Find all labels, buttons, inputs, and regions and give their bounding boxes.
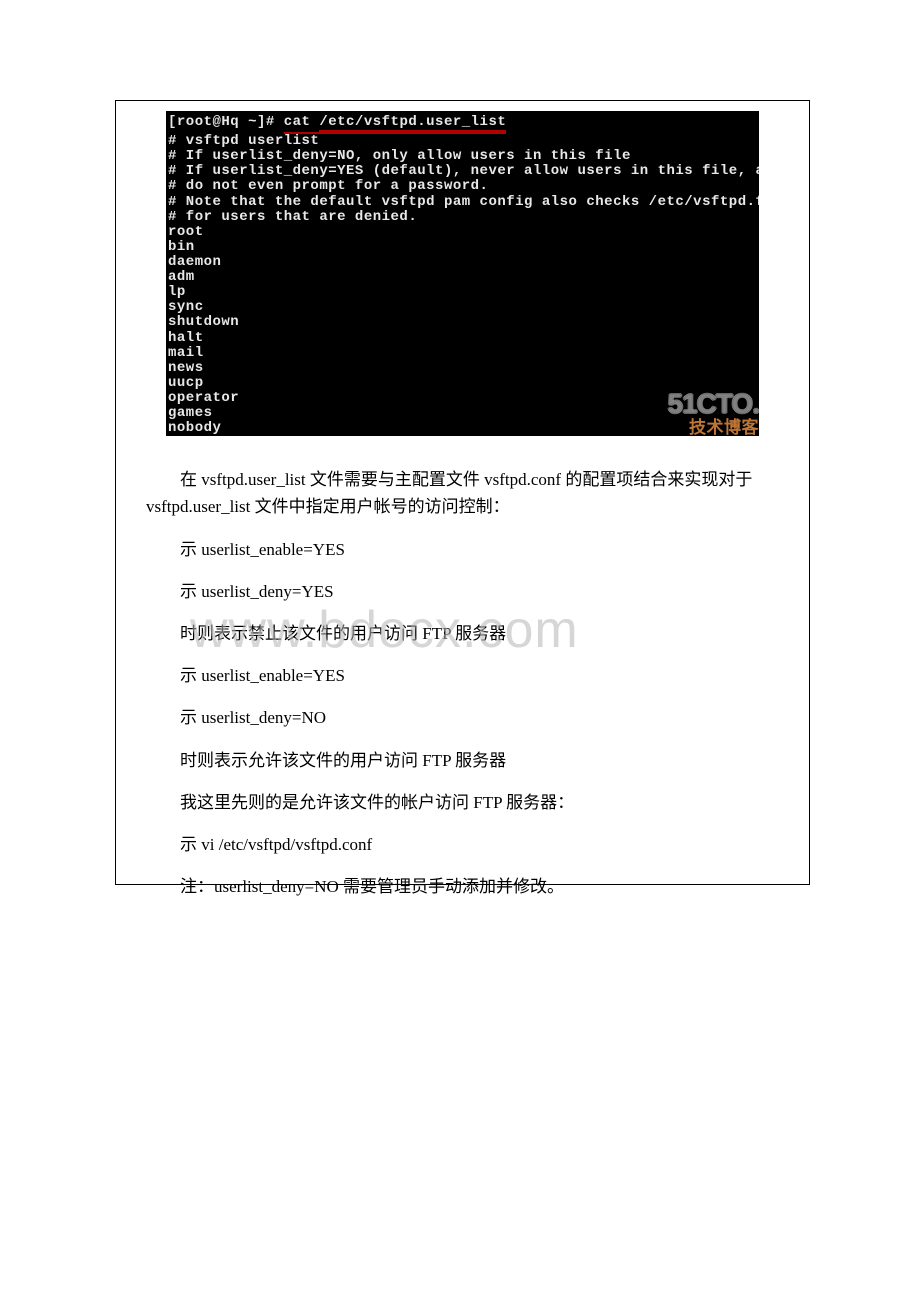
terminal-line: lp — [166, 285, 759, 300]
paragraph-config-3: 示 userlist_enable=YES — [146, 662, 779, 689]
terminal-line: daemon — [166, 255, 759, 270]
paragraph-config-1: 示 userlist_enable=YES — [146, 536, 779, 563]
terminal-line: mail — [166, 346, 759, 361]
paragraph-config-4: 示 userlist_deny=NO — [146, 704, 779, 731]
document-page: [root@Hq ~]# cat /etc/vsftpd.user_list #… — [115, 100, 810, 885]
paragraph-deny-note: 时则表示禁止该文件的用户访问 FTP 服务器 — [146, 620, 779, 647]
terminal-line: root — [166, 225, 759, 240]
paragraph-choice: 我这里先则的是允许该文件的帐户访问 FTP 服务器： — [146, 789, 779, 816]
paragraph-allow-note: 时则表示允许该文件的用户访问 FTP 服务器 — [146, 747, 779, 774]
cat-word: cat — [284, 114, 320, 130]
document-body: 在 vsftpd.user_list 文件需要与主配置文件 vsftpd.con… — [116, 466, 809, 900]
paragraph-config-2: 示 userlist_deny=YES — [146, 578, 779, 605]
watermark-51cto: 51CTO. — [667, 390, 759, 418]
terminal-screenshot: [root@Hq ~]# cat /etc/vsftpd.user_list #… — [166, 111, 759, 436]
paragraph-vi-command: 示 vi /etc/vsftpd/vsftpd.conf — [146, 831, 779, 858]
paragraph-intro: 在 vsftpd.user_list 文件需要与主配置文件 vsftpd.con… — [146, 466, 779, 520]
terminal-line: shutdown — [166, 315, 759, 330]
file-path: /etc/vsftpd.user_list — [319, 115, 506, 132]
terminal-line: # If userlist_deny=NO, only allow users … — [166, 149, 759, 164]
terminal-line: # for users that are denied. — [166, 210, 759, 225]
terminal-line: # If userlist_deny=YES (default), never … — [166, 164, 759, 179]
terminal-line: adm — [166, 270, 759, 285]
paragraph-note: 注：userlist_deny=NO 需要管理员手动添加并修改。 — [146, 873, 779, 900]
terminal-cat-command: cat /etc/vsftpd.user_list — [284, 115, 507, 134]
terminal-line: bin — [166, 240, 759, 255]
terminal-line: # Note that the default vsftpd pam confi… — [166, 195, 759, 210]
terminal-line: nobody — [166, 421, 759, 436]
terminal-line: # vsftpd userlist — [166, 134, 759, 149]
terminal-line: # do not even prompt for a password. — [166, 179, 759, 194]
terminal-line: news — [166, 361, 759, 376]
prompt-text: [root@Hq ~]# — [168, 114, 284, 130]
terminal-line: sync — [166, 300, 759, 315]
terminal-line: halt — [166, 331, 759, 346]
terminal-prompt-line: [root@Hq ~]# cat /etc/vsftpd.user_list — [166, 115, 759, 134]
watermark-tech-blog: 技术博客 — [689, 419, 759, 436]
